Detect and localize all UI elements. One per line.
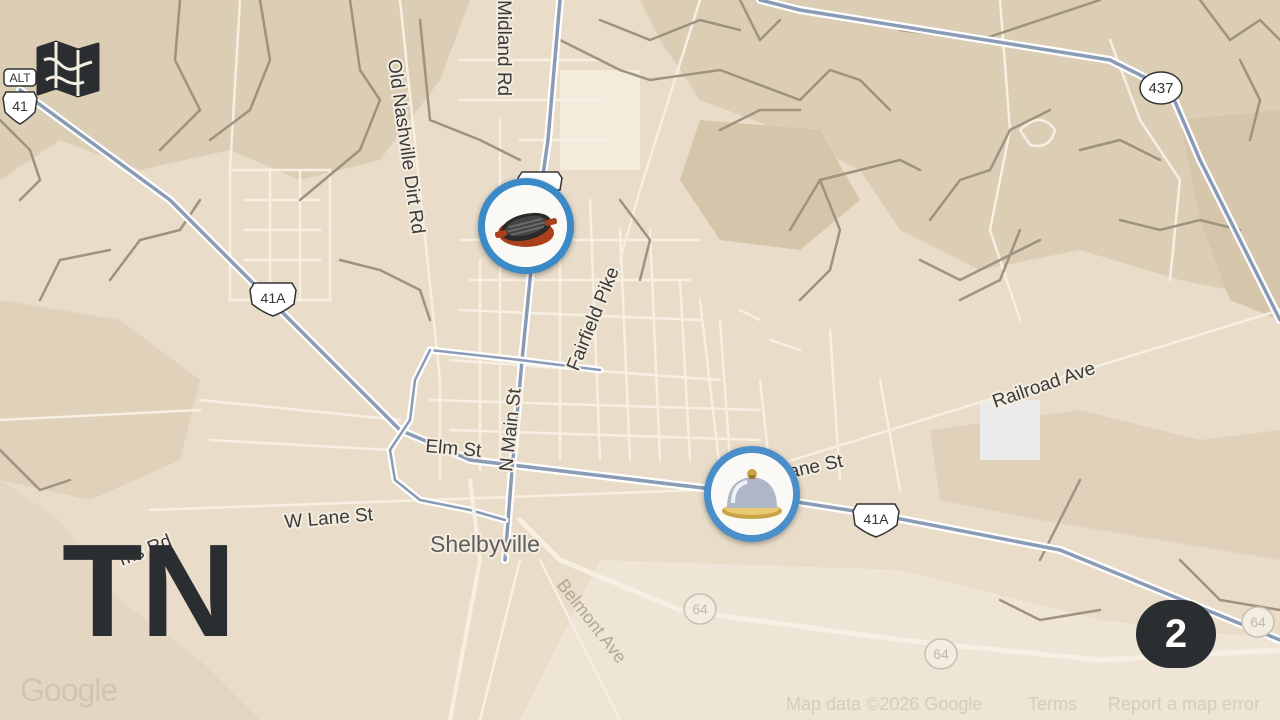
report-map-error-link[interactable]: Report a map error <box>1108 694 1260 715</box>
svg-text:437: 437 <box>1148 80 1173 97</box>
shield-sr-64-a: 64 <box>683 593 717 625</box>
svg-text:64: 64 <box>933 646 949 662</box>
svg-text:41: 41 <box>12 98 28 114</box>
map-marker-grill-pan[interactable] <box>478 178 574 274</box>
terms-link[interactable]: Terms <box>1028 694 1077 715</box>
google-logo: Google <box>20 672 118 708</box>
svg-text:41A: 41A <box>864 511 890 527</box>
road-label-midland-rd: Midland Rd <box>493 0 514 96</box>
shield-sr-437: 437 <box>1139 71 1183 105</box>
town-label-shelbyville: Shelbyville <box>430 531 540 557</box>
shield-sr-64-b: 64 <box>924 638 958 670</box>
shield-sr-64-c: 64 <box>1241 606 1275 638</box>
marker-count-badge: 2 <box>1136 600 1216 668</box>
svg-text:64: 64 <box>692 601 708 617</box>
map-marker-serving-cloche[interactable] <box>704 446 800 542</box>
shield-alt: ALT <box>3 68 37 87</box>
svg-text:64: 64 <box>1250 614 1266 630</box>
svg-text:ALT: ALT <box>9 71 31 85</box>
state-label: TN <box>62 517 236 664</box>
svg-text:41A: 41A <box>261 290 287 306</box>
folded-map-icon[interactable] <box>34 38 102 100</box>
map-data-attribution: Map data ©2026 Google <box>786 694 983 714</box>
grill-pan-icon <box>485 185 567 267</box>
serving-cloche-icon <box>711 453 793 535</box>
